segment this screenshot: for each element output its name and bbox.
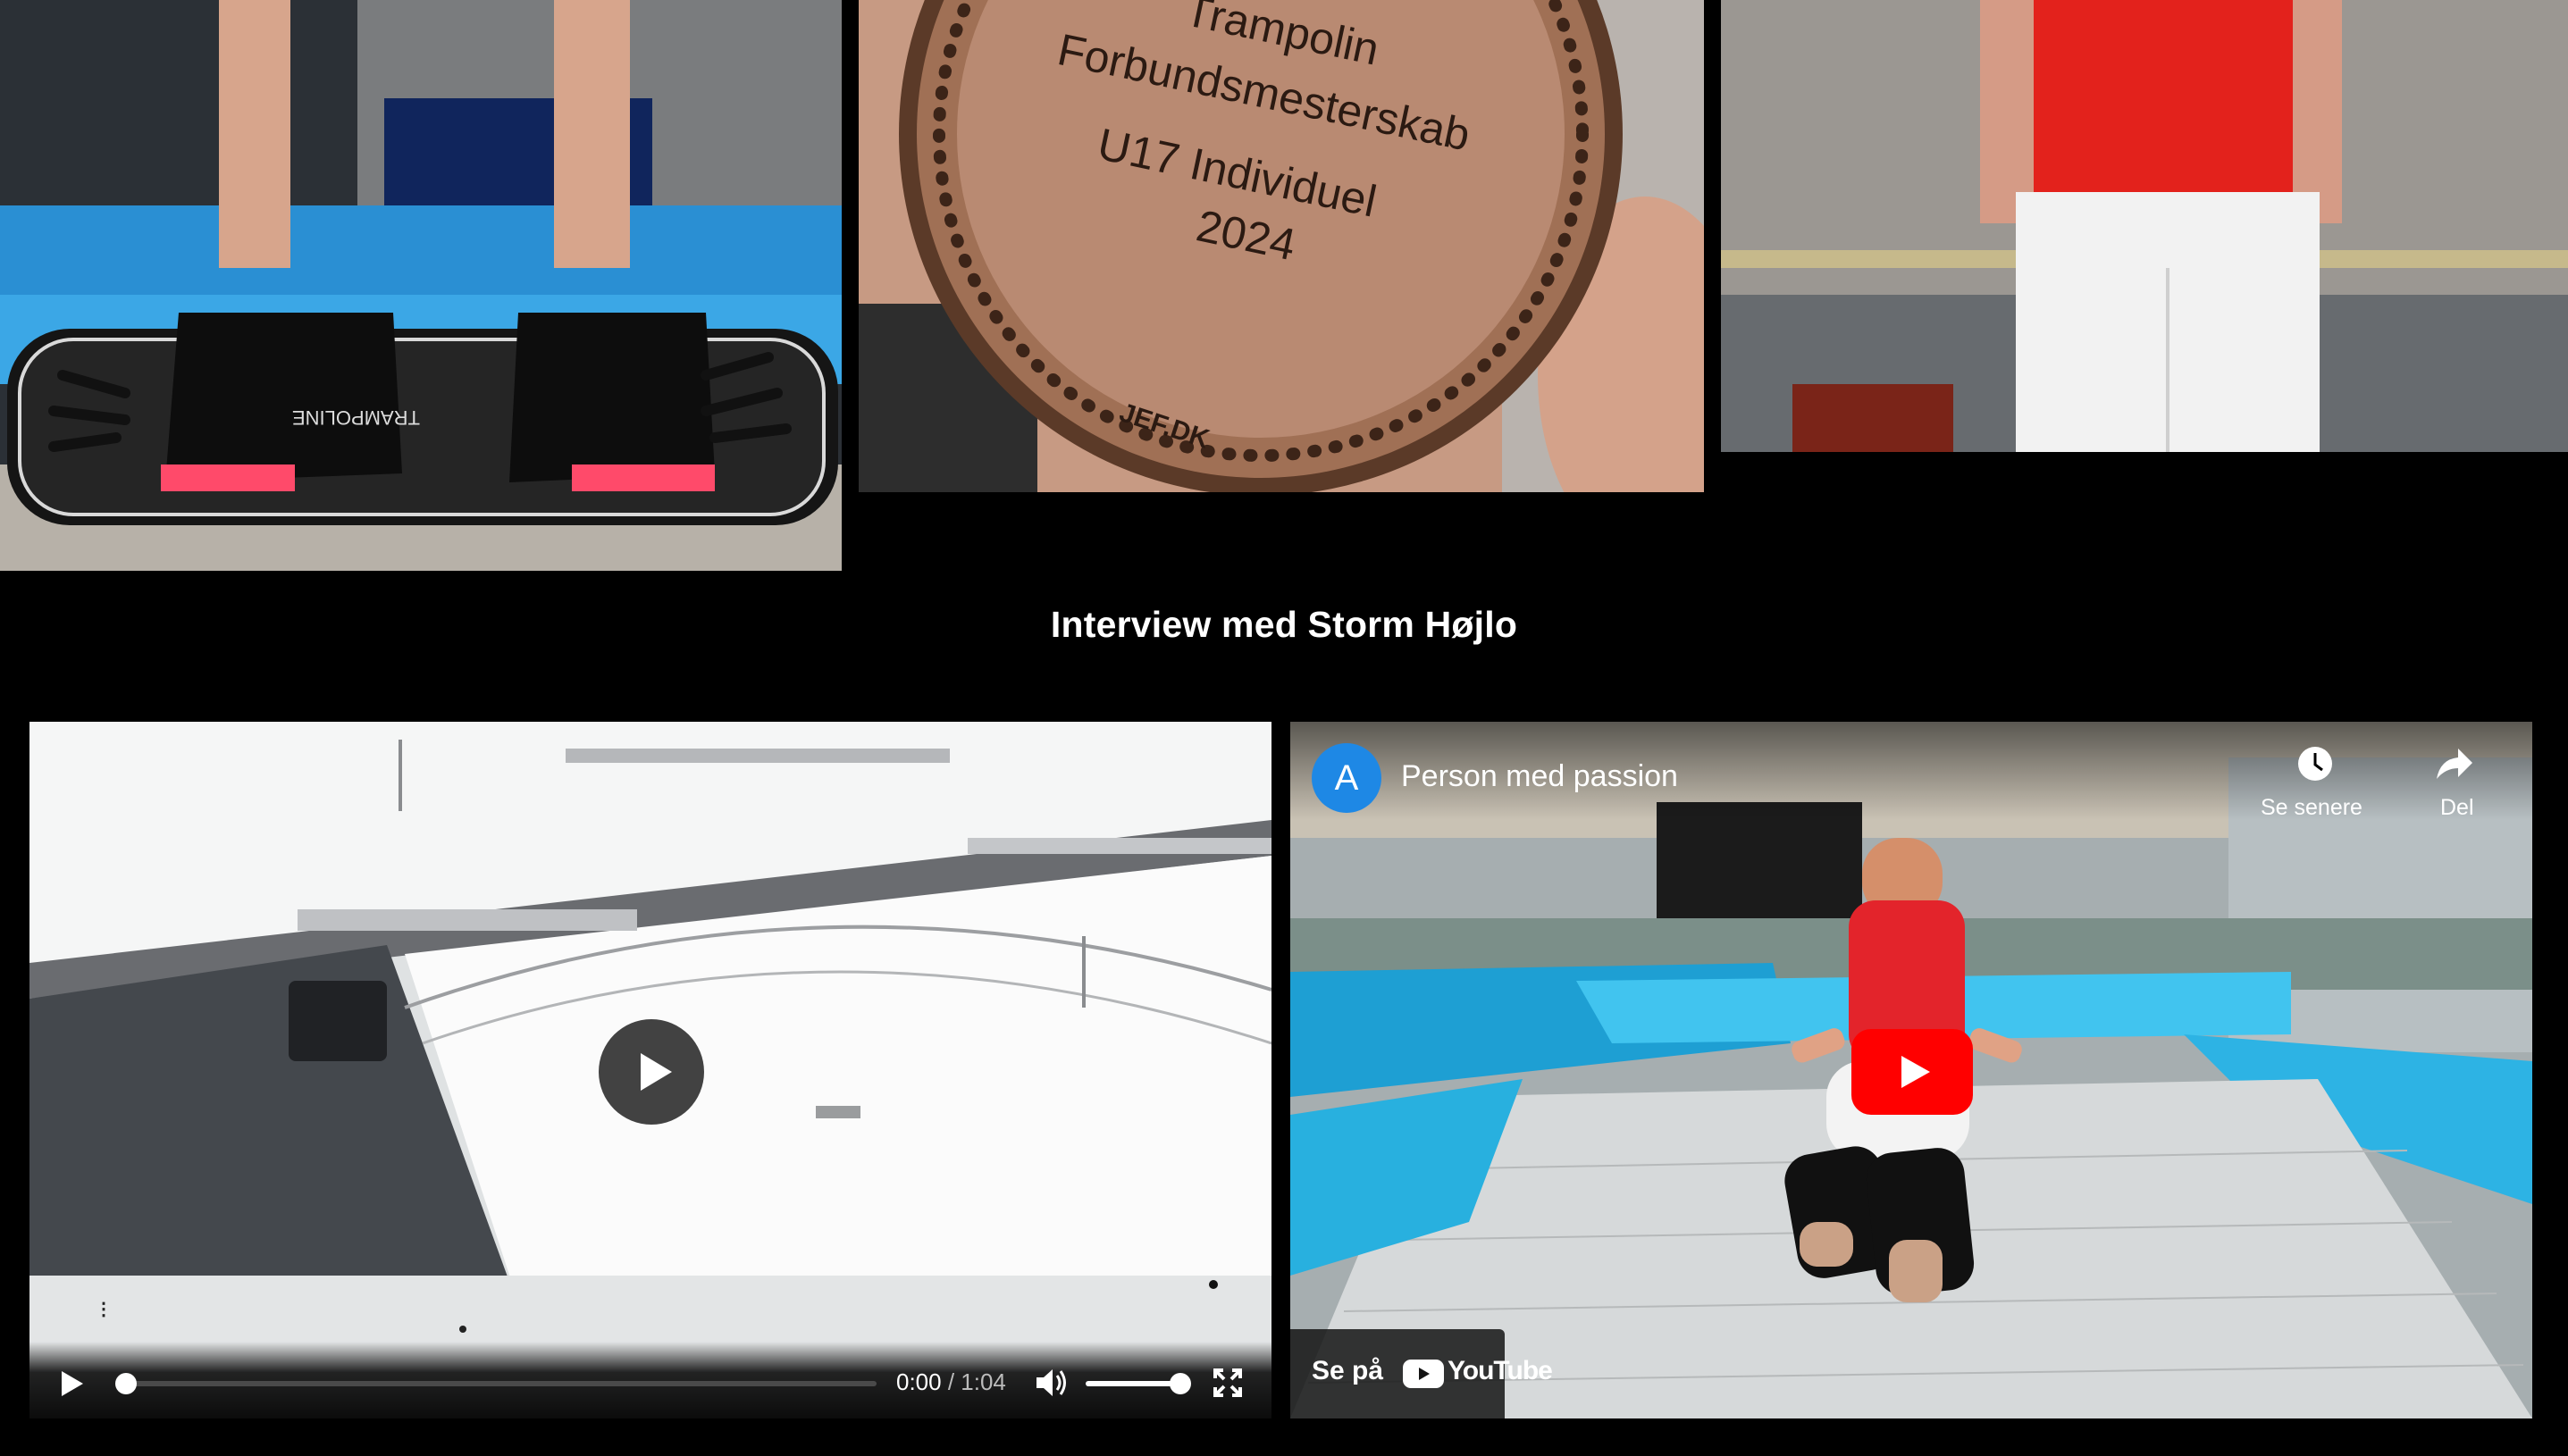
video-title[interactable]: Person med passion [1401,759,1678,794]
photo-trampoline-shoes: TRAMPOLINE [0,0,842,571]
photo-athlete-standing [1721,0,2568,452]
volume-slider[interactable] [1086,1381,1179,1386]
time-current: 0:00 [896,1368,942,1395]
menu-dots-icon[interactable]: ⋮ [95,1298,113,1320]
progress-thumb[interactable] [115,1373,137,1394]
time-separator: / [941,1368,961,1395]
channel-avatar[interactable]: A [1312,743,1381,813]
play-button-icon[interactable] [56,1368,87,1399]
watch-on-label: Se på [1312,1356,1384,1385]
volume-thumb[interactable] [1170,1373,1191,1394]
watch-on-youtube-button[interactable]: Se på YouTube [1290,1329,1553,1418]
watch-later-label[interactable]: Se senere [2261,795,2362,821]
center-play-button[interactable] [599,1019,704,1125]
play-icon [1901,1056,1930,1088]
video-player-native[interactable]: ⋮ 0:00 / 1:04 [29,722,1271,1418]
player-controls: 0:00 / 1:04 [29,1342,1271,1418]
share-label[interactable]: Del [2440,795,2474,821]
play-icon [641,1053,672,1091]
youtube-play-button[interactable] [1851,1029,1973,1115]
time-total: 1:04 [961,1368,1006,1395]
youtube-embed[interactable]: A Person med passion Se senere Del Se på… [1290,722,2532,1418]
section-title: Interview med Storm Højlo [1050,604,1518,645]
fullscreen-icon[interactable] [1213,1368,1242,1397]
volume-icon[interactable] [1035,1367,1070,1399]
progress-track[interactable] [126,1381,877,1386]
clock-icon[interactable] [2295,743,2336,784]
share-icon[interactable] [2433,745,2474,782]
youtube-logo-icon [1403,1360,1444,1388]
board-brand-text: TRAMPOLINE [292,406,420,429]
youtube-wordmark: YouTube [1448,1356,1553,1385]
photo-medal: Trampolin Forbundsmesterskab U17 Individ… [859,0,1704,492]
